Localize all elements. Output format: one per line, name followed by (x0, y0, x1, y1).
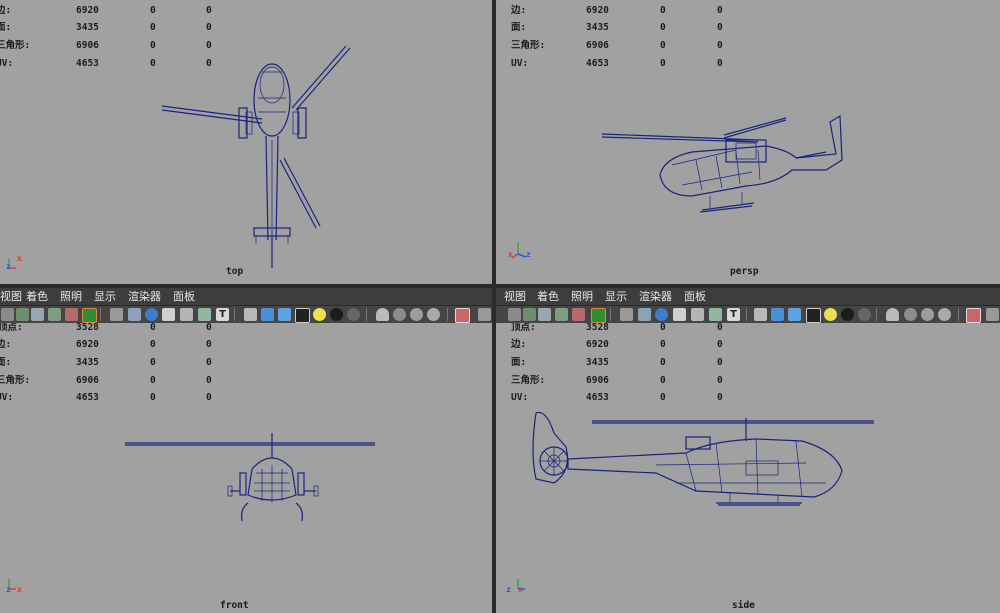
panel-toolbar-right: T (496, 305, 1000, 325)
camera-icon[interactable] (508, 308, 521, 321)
grid-icon[interactable] (555, 308, 568, 321)
xray-icon[interactable] (691, 308, 704, 321)
ambient-occlusion-icon[interactable] (393, 308, 406, 321)
panel-menu-bar-left: 视图 着色 照明 显示 渲染器 面板 (0, 288, 492, 306)
axis-label-x: x (508, 250, 513, 259)
axis-label-z: z (6, 262, 11, 271)
xray-icon[interactable] (180, 308, 193, 321)
axis-label-x: x (17, 254, 22, 263)
helicopter-persp-wireframe (601, 114, 843, 213)
sphere-icon[interactable] (347, 308, 360, 321)
camera-label-side: side (732, 600, 755, 611)
camera-label-persp: persp (730, 266, 759, 277)
ambient-occlusion-icon[interactable] (904, 308, 917, 321)
motion-blur-icon[interactable] (921, 308, 934, 321)
grid-icon[interactable] (48, 308, 61, 321)
menu-view[interactable]: 视图 (504, 288, 526, 306)
select-camera-icon[interactable] (966, 308, 981, 323)
light-icon[interactable] (313, 308, 326, 321)
panel-menu-bar-right: 视图 着色 照明 显示 渲染器 面板 (496, 288, 1000, 306)
axis-label-z: z (6, 585, 11, 594)
helicopter-side-wireframe (532, 411, 874, 506)
checker-icon[interactable] (806, 308, 821, 323)
film-gate-icon[interactable] (65, 308, 78, 321)
cube-textured-icon[interactable] (278, 308, 291, 321)
resolution-gate-icon[interactable] (82, 308, 97, 323)
image-plane-icon[interactable] (31, 308, 44, 321)
cube-small-icon[interactable] (478, 308, 491, 321)
antialias-icon[interactable] (427, 308, 440, 321)
menu-lighting[interactable]: 照明 (571, 288, 593, 306)
helicopter-top-wireframe (161, 45, 351, 268)
menu-lighting[interactable]: 照明 (60, 288, 82, 306)
cube-shaded-icon[interactable] (771, 308, 784, 321)
smooth-shade-icon[interactable] (128, 308, 141, 321)
toolbar-separator (234, 308, 235, 321)
film-gate-icon[interactable] (572, 308, 585, 321)
shadow-sphere-icon[interactable] (841, 308, 854, 321)
menu-view[interactable]: 视图 (0, 288, 22, 306)
cube-icon[interactable] (754, 308, 767, 321)
menu-shading[interactable]: 着色 (26, 288, 48, 306)
text-t-icon[interactable]: T (216, 308, 229, 321)
menu-renderer[interactable]: 渲染器 (128, 288, 161, 306)
toolbar-separator (366, 308, 367, 321)
cube-small-icon[interactable] (986, 308, 999, 321)
camera-icon[interactable] (1, 308, 14, 321)
menu-shading[interactable]: 着色 (537, 288, 559, 306)
isolate-icon[interactable] (886, 308, 899, 321)
viewport-top[interactable]: 边: 6920 0 0 面: 3435 0 0 三角形: 6906 0 0 UV… (0, 0, 492, 284)
bookmark-icon[interactable] (523, 308, 536, 321)
text-t-icon[interactable]: T (727, 308, 740, 321)
menu-show[interactable]: 显示 (94, 288, 116, 306)
toolbar-separator (100, 308, 101, 321)
checker-icon[interactable] (295, 308, 310, 323)
cube-textured-icon[interactable] (788, 308, 801, 321)
light-icon[interactable] (824, 308, 837, 321)
toolbar-separator (746, 308, 747, 321)
toolbar-separator (958, 308, 959, 321)
menu-panels[interactable]: 面板 (173, 288, 195, 306)
axis-label-z: z (506, 585, 511, 594)
texture-icon[interactable] (709, 308, 722, 321)
select-camera-icon[interactable] (455, 308, 470, 323)
toolbar-separator (610, 308, 611, 321)
isolate-icon[interactable] (376, 308, 389, 321)
resolution-gate-icon[interactable] (591, 308, 606, 323)
wireframe-icon[interactable] (110, 308, 123, 321)
axis-label-x: x (518, 585, 523, 594)
panel-toolbar-left: T (0, 305, 492, 325)
wireframe-icon[interactable] (620, 308, 633, 321)
bounding-box-icon[interactable] (162, 308, 175, 321)
cube-shaded-icon[interactable] (261, 308, 274, 321)
default-material-icon[interactable] (655, 308, 668, 321)
cube-icon[interactable] (244, 308, 257, 321)
smooth-shade-icon[interactable] (638, 308, 651, 321)
menu-panels[interactable]: 面板 (684, 288, 706, 306)
toolbar-separator (876, 308, 877, 321)
bookmark-icon[interactable] (16, 308, 29, 321)
viewport-side[interactable]: 顶点: 3528 0 0 边: 6920 0 0 面: 3435 0 0 三角形… (496, 323, 1000, 613)
axis-label-x: x (17, 585, 22, 594)
axis-label-z: z (526, 250, 531, 259)
motion-blur-icon[interactable] (410, 308, 423, 321)
texture-icon[interactable] (198, 308, 211, 321)
default-material-icon[interactable] (145, 308, 158, 321)
image-plane-icon[interactable] (538, 308, 551, 321)
camera-label-front: front (220, 600, 249, 611)
bounding-box-icon[interactable] (673, 308, 686, 321)
antialias-icon[interactable] (938, 308, 951, 321)
viewport-front[interactable]: 顶点: 3528 0 0 边: 6920 0 0 面: 3435 0 0 三角形… (0, 323, 492, 613)
menu-show[interactable]: 显示 (605, 288, 627, 306)
menu-renderer[interactable]: 渲染器 (639, 288, 672, 306)
viewport-persp[interactable]: 边: 6920 0 0 面: 3435 0 0 三角形: 6906 0 0 UV… (496, 0, 1000, 284)
sphere-icon[interactable] (858, 308, 871, 321)
toolbar-separator (447, 308, 448, 321)
pane-divider[interactable] (492, 0, 496, 613)
shadow-sphere-icon[interactable] (330, 308, 343, 321)
helicopter-front-wireframe (125, 433, 375, 522)
camera-label-top: top (226, 266, 244, 277)
